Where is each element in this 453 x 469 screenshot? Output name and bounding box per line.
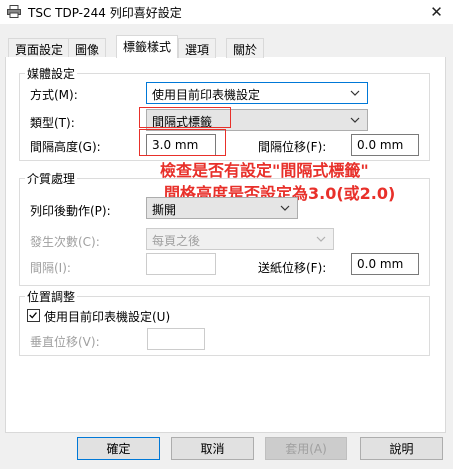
gap-offset-label: 間隔位移(F): [258, 140, 327, 154]
use-printer-settings-label: 使用目前印表機設定(U) [44, 310, 171, 324]
chevron-down-icon [350, 90, 360, 96]
vertical-offset-label: 垂直位移(V): [30, 335, 100, 349]
media-settings-legend: 媒體設定 [25, 65, 78, 82]
media-handling-legend: 介質處理 [25, 170, 78, 187]
occurrence-select[interactable]: 每頁之後 [146, 228, 334, 250]
checkmark-icon [29, 312, 37, 319]
post-action-label: 列印後動作(P): [30, 204, 111, 218]
type-highlight-box [139, 107, 231, 128]
close-button[interactable]: ✕ [420, 0, 453, 24]
vertical-offset-input[interactable] [147, 328, 205, 350]
post-action-select[interactable]: 撕開 [146, 197, 298, 219]
chevron-down-icon [280, 205, 290, 211]
close-icon: ✕ [430, 3, 443, 21]
tab-graphics[interactable]: 圖像 [68, 38, 107, 58]
printer-icon [7, 5, 21, 18]
tab-page-setup[interactable]: 頁面設定 [8, 38, 71, 58]
method-select[interactable]: 使用目前印表機設定 [146, 82, 368, 104]
position-adjust-legend: 位置調整 [25, 288, 78, 305]
cancel-button[interactable]: 取消 [171, 437, 254, 460]
help-button[interactable]: 說明 [360, 437, 443, 460]
tab-about[interactable]: 關於 [226, 38, 265, 58]
feed-offset-input[interactable]: 0.0 mm [351, 253, 419, 275]
method-label: 方式(M): [30, 88, 78, 102]
ok-button[interactable]: 確定 [77, 437, 160, 460]
gap-height-label: 間隔高度(G): [30, 140, 101, 154]
tab-label-style[interactable]: 標籤樣式 [116, 35, 179, 58]
occurrence-label: 發生次數(C): [30, 235, 100, 249]
interval-input[interactable] [146, 253, 216, 275]
apply-button[interactable]: 套用(A) [265, 437, 347, 460]
gap-height-highlight-box [139, 129, 226, 156]
use-printer-settings-checkbox[interactable] [27, 309, 40, 322]
window-title: TSC TDP-244 列印喜好設定 [28, 6, 182, 20]
tab-options[interactable]: 選項 [178, 38, 217, 58]
feed-offset-label: 送紙位移(F): [258, 261, 327, 275]
chevron-down-icon [316, 236, 326, 242]
gap-offset-input[interactable]: 0.0 mm [351, 134, 419, 156]
chevron-down-icon [350, 117, 360, 123]
interval-label: 間隔(I): [30, 261, 71, 275]
type-label: 類型(T): [30, 116, 75, 130]
